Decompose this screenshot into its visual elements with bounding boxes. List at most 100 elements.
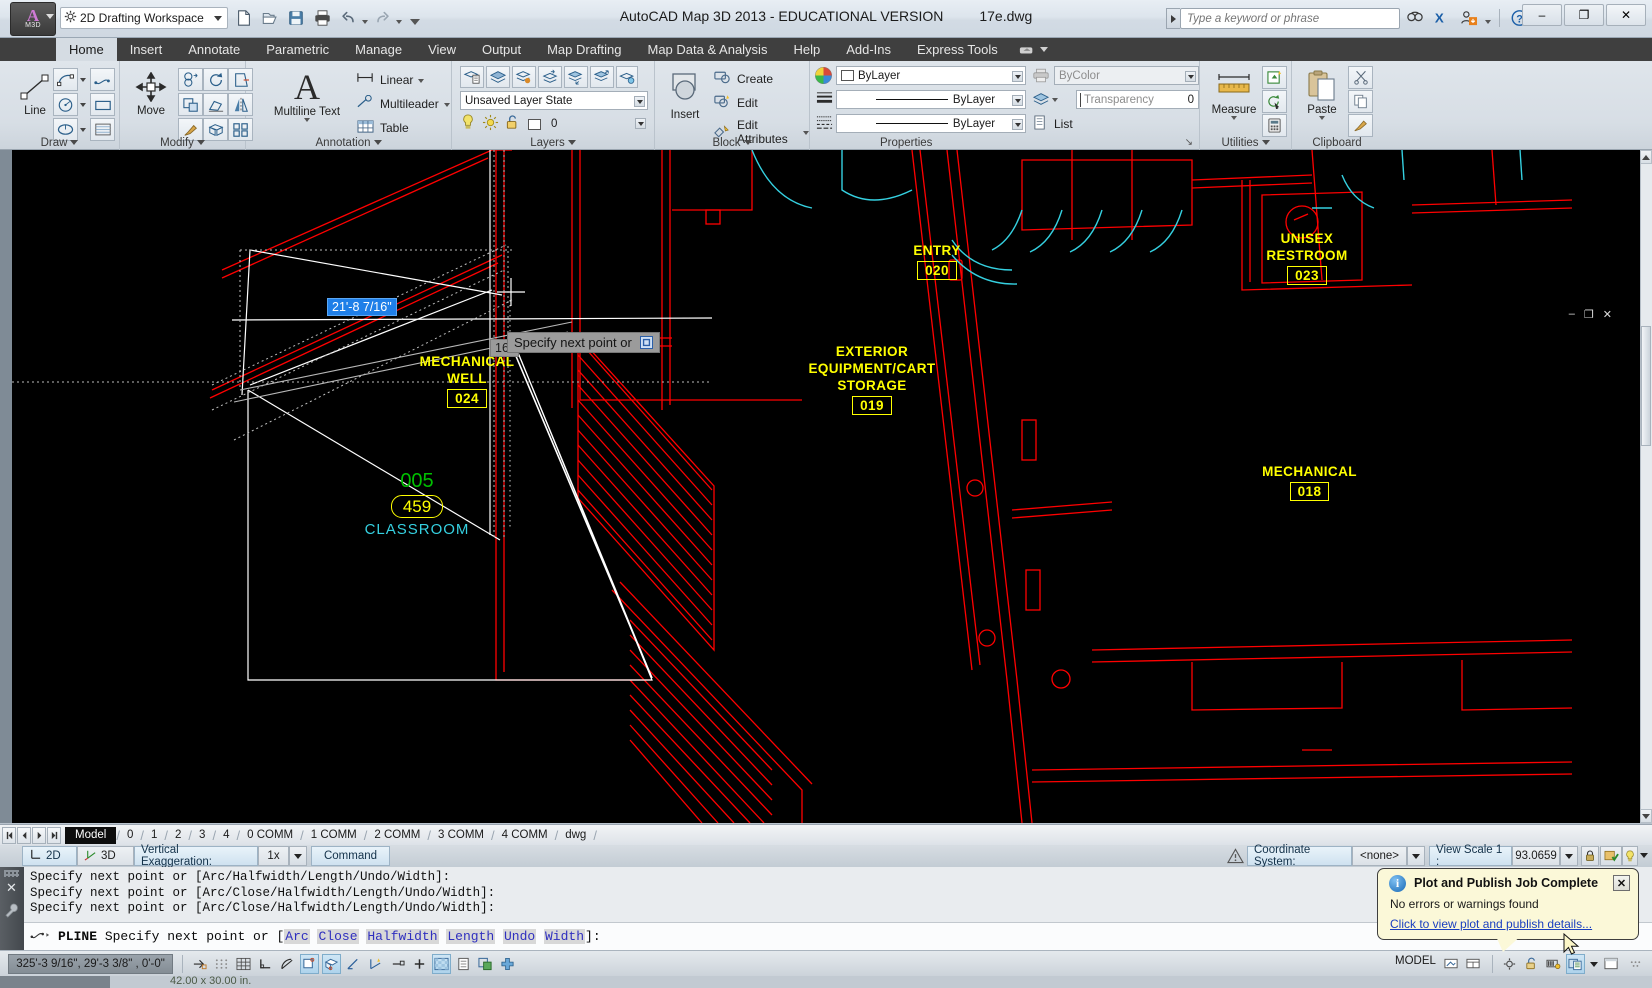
command-keyword-width[interactable]: Width [544,929,586,944]
maximize-button[interactable]: ❐ [1564,4,1604,26]
tab-map-drafting[interactable]: Map Drafting [534,38,634,61]
layout-tab-1[interactable]: 1 [144,827,164,843]
arc-button[interactable] [53,68,78,91]
plot-icon[interactable] [310,6,334,30]
dynamic-ucs-toggle[interactable] [366,954,385,974]
object-snap-toggle[interactable] [300,954,319,974]
table-button[interactable]: Table [356,119,409,137]
ortho-mode-toggle[interactable] [256,954,275,974]
panel-utilities-title[interactable]: Utilities [1200,137,1291,149]
redo-dropdown-caret-icon[interactable] [396,19,402,24]
layer-color-swatch[interactable] [528,118,541,130]
multiline-text-caret-icon[interactable] [304,118,310,122]
display-manager-icon[interactable] [1600,846,1622,866]
object-color-icon[interactable] [814,66,833,88]
notification-link[interactable]: Click to view plot and publish details..… [1390,917,1592,931]
match-props-clip-button[interactable] [1348,114,1373,137]
plot-style-caret-icon[interactable] [1185,71,1196,82]
multileader-caret-icon[interactable] [443,102,450,107]
copy-button[interactable] [178,68,203,91]
quick-view-drawings-icon[interactable] [1464,954,1483,974]
layout-tab-model[interactable]: Model [65,826,117,844]
tab-home[interactable]: Home [56,38,117,61]
sign-in-icon[interactable] [1458,6,1480,30]
color-combo[interactable]: ByLayer [836,66,1026,85]
command-window-close-icon[interactable]: ✕ [6,880,17,896]
qat-customize-caret-icon[interactable] [410,18,420,25]
lock-icon[interactable] [1581,846,1599,866]
tab-parametric[interactable]: Parametric [253,38,342,61]
properties-dialog-launcher[interactable]: ↘ [1185,137,1193,148]
quick-view-layouts-icon[interactable] [1442,954,1461,974]
lineweight-caret-icon[interactable] [1012,95,1023,106]
mode-2d-button[interactable]: 2D [22,846,77,866]
redo-icon[interactable] [370,6,394,30]
measure-caret-icon[interactable] [1231,116,1237,120]
layer-caret-icon[interactable] [635,118,646,129]
cut-button[interactable] [1348,66,1373,89]
scroll-up-icon[interactable] [1640,150,1652,164]
layer-state-combo[interactable]: Unsaved Layer State [460,91,648,110]
command-keyword-halfwidth[interactable]: Halfwidth [366,929,439,944]
tab-nav-prev-icon[interactable] [17,826,31,844]
warning-icon[interactable] [1226,848,1245,867]
layer-make-current-button[interactable] [564,66,588,88]
tab-add-ins[interactable]: Add-Ins [833,38,904,61]
model-paper-toggle[interactable]: MODEL [1395,955,1436,967]
snap-mode-toggle[interactable] [212,954,231,974]
save-icon[interactable] [284,6,308,30]
panel-draw-title[interactable]: Draw [0,137,119,149]
drawing-canvas[interactable]: Y X – ❐ ✕ MECHANICAL WELL 024 ENTRY 020 … [12,150,1640,823]
layer-thaw-icon[interactable] [482,114,499,134]
edit-attributes-caret-icon[interactable] [803,131,809,135]
panel-clipboard-title[interactable]: Clipboard [1292,137,1382,149]
insert-block-button[interactable]: Insert [658,68,712,121]
scroll-down-icon[interactable] [1640,809,1652,823]
search-field[interactable] [1181,9,1399,28]
layout-tab-4comm[interactable]: 4 COMM [495,827,555,843]
annotation-autoscale-icon[interactable] [1544,954,1563,974]
copy-clip-button[interactable] [1348,90,1373,113]
application-menu-button[interactable]: A M3D [10,2,56,36]
multiline-text-button[interactable]: A Multiline Text [268,67,346,122]
dynamic-input-toggle[interactable] [388,954,407,974]
tab-help[interactable]: Help [780,38,833,61]
workspace-caret-icon[interactable] [1588,954,1599,974]
paste-caret-icon[interactable] [1319,116,1325,120]
command-keyword-undo[interactable]: Undo [502,929,537,944]
layer-off-button[interactable] [538,66,562,88]
vertical-exaggeration-caret-icon[interactable] [289,846,307,866]
object-snap-tracking-toggle[interactable] [344,954,363,974]
close-button[interactable]: ✕ [1606,4,1646,26]
panel-modify-title[interactable]: Modify [120,137,245,149]
tab-output[interactable]: Output [469,38,534,61]
layer-unlock-icon[interactable] [505,114,522,134]
measure-button[interactable]: Measure [1206,69,1262,120]
dynamic-prompt-expand-icon[interactable] [639,336,653,349]
annotation-monitor-toggle[interactable] [498,954,517,974]
linetype-combo[interactable]: ByLayer [836,114,1026,133]
color-caret-icon[interactable] [1012,71,1023,82]
minimize-button[interactable]: – [1522,4,1562,26]
coordinates-display[interactable]: 325'-3 9/16", 29'-3 3/8" , 0'-0" [8,954,173,974]
circle-dropdown-caret-icon[interactable] [78,93,88,116]
undo-dropdown-caret-icon[interactable] [362,19,368,24]
add-selected-button[interactable] [1262,90,1287,113]
transparency-toggle[interactable] [432,954,451,974]
command-window-grip[interactable] [4,870,19,877]
search-input[interactable] [1180,8,1400,29]
annotation-scale-gear-icon[interactable] [1500,954,1519,974]
mode-3d-button[interactable]: 3D [77,846,134,866]
exchange-apps-icon[interactable]: X [1431,6,1453,30]
layer-state-caret-icon[interactable] [634,96,645,107]
tab-map-data-analysis[interactable]: Map Data & Analysis [635,38,781,61]
coordinate-system-caret-icon[interactable] [1407,846,1425,866]
calculator-button[interactable] [1262,114,1287,137]
plot-style-combo[interactable]: ByColor [1054,66,1199,85]
viewport-close-button[interactable]: ✕ [1603,308,1612,321]
lineweight-combo[interactable]: ByLayer [836,90,1026,109]
layer-previous-button[interactable] [590,66,614,88]
quick-properties-toggle[interactable] [454,954,473,974]
layout-tab-3comm[interactable]: 3 COMM [431,827,491,843]
workspace-selector[interactable]: 2D Drafting Workspace [60,7,228,29]
